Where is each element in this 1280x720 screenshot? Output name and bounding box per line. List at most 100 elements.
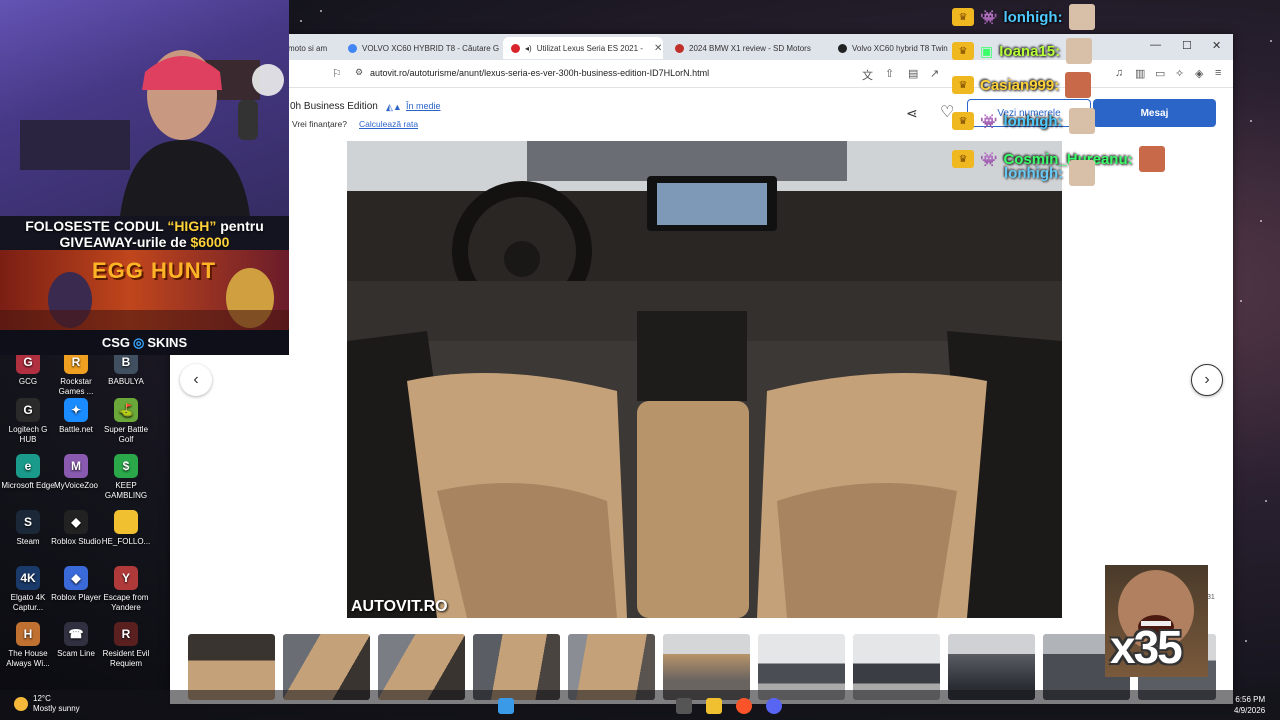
desktop-icon-resident-evil[interactable]: R Resident Evil Requiem xyxy=(98,622,154,669)
emote-icon xyxy=(1138,146,1165,172)
desktop-icon-roblox-player[interactable]: ◆ Roblox Player xyxy=(48,566,104,603)
speaker-icon: ◂) xyxy=(525,43,532,53)
promo-banner: FOLOSESTE CODUL “HIGH” pentru GIVEAWAY-u… xyxy=(0,216,289,355)
tab-lexus-listing[interactable]: ◂) Utilizat Lexus Seria ES 2021 - ✕ xyxy=(503,37,663,59)
ghost-badge-icon: 👾 xyxy=(980,150,998,167)
calculate-rate-link[interactable]: Calculează rata xyxy=(359,119,418,129)
sun-icon xyxy=(14,697,28,711)
ghost-badge-icon: 👾 xyxy=(980,112,998,129)
desktop-icon-super-battle-golf[interactable]: ⛳ Super Battle Golf xyxy=(98,398,154,445)
listing-title: 0h Business Edition xyxy=(290,101,378,112)
chevron-left-icon: ‹ xyxy=(193,371,199,388)
resident-evil-icon: R xyxy=(114,622,138,646)
price-evaluation-link[interactable]: În medie xyxy=(406,101,441,111)
folder-icon xyxy=(114,510,138,534)
close-window-icon[interactable]: ✕ xyxy=(1212,39,1221,52)
emote-icon xyxy=(1069,160,1096,186)
emote-icon xyxy=(1066,38,1093,64)
discord-icon[interactable] xyxy=(766,698,782,714)
roblox-studio-icon: ◆ xyxy=(64,510,88,534)
tab-volvo-review[interactable]: Volvo XC60 hybrid T8 Twin E xyxy=(830,37,950,59)
file-explorer-icon[interactable] xyxy=(706,698,722,714)
tab-volvo-search[interactable]: VOLVO XC60 HYBRID T8 - Căutare G xyxy=(340,37,500,59)
weather-widget[interactable]: 12°C Mostly sunny xyxy=(14,694,80,714)
desktop-icon-roblox-studio[interactable]: ◆ Roblox Studio xyxy=(48,510,104,547)
egg-hunt-title: EGG HUNT xyxy=(92,258,217,283)
share-page-icon[interactable]: ⇧ xyxy=(885,67,894,80)
chat-message: ♛ 👾 lonhigh: xyxy=(952,108,1095,134)
desktop-icon-babulya[interactable]: B BABULYA xyxy=(98,350,154,387)
emote-icon xyxy=(1065,72,1092,98)
chat-message: ♛ Casian999: xyxy=(952,72,1092,98)
taskbar: 12°C Mostly sunny 6:56 PM 4/9/2026 xyxy=(0,690,1280,720)
bookmark-icon[interactable]: ⚐ xyxy=(332,67,342,80)
streamer-webcam-image xyxy=(0,0,289,216)
windows-start-icon[interactable] xyxy=(498,698,514,714)
csgoskins-logo: CSG ◎ SKINS xyxy=(0,330,289,355)
price-indicator-icon: ◭▲ xyxy=(386,102,402,112)
myvoicezoo-icon: M xyxy=(64,454,88,478)
elgato-icon: 4K xyxy=(16,566,40,590)
system-clock[interactable]: 6:56 PM 4/9/2026 xyxy=(1234,694,1265,716)
autovit-icon xyxy=(511,43,520,53)
sd-motors-icon xyxy=(675,43,684,53)
reader-icon[interactable]: ▤ xyxy=(908,67,918,80)
main-photo[interactable]: AUTOVIT.RO xyxy=(347,141,1062,618)
brave-browser-icon[interactable] xyxy=(736,698,752,714)
desktop-icon-scam-line[interactable]: ☎ Scam Line xyxy=(48,622,104,659)
car-interior-image xyxy=(347,141,1062,618)
crown-badge-icon: ♛ xyxy=(952,150,974,168)
desktop-icon-rockstar[interactable]: R Rockstar Games ... xyxy=(48,350,104,397)
stream-chat-overlay: ♛ 👾 lonhigh: ♛ ▣ Ioana15: ♛ Casian999: ♛ 👾 lonh… xyxy=(952,0,1212,200)
crown-badge-icon: ♛ xyxy=(952,76,974,94)
webcam-overlay xyxy=(0,0,289,216)
desktop-icon-myvoicezoo[interactable]: M MyVoiceZoo xyxy=(48,454,104,491)
chevron-right-icon: › xyxy=(1204,371,1210,388)
edge-icon: e xyxy=(16,454,40,478)
desktop-icon-escape-yandere[interactable]: Y Escape from Yandere xyxy=(98,566,154,613)
yandere-icon: Y xyxy=(114,566,138,590)
url-field[interactable]: autovit.ro/autoturisme/anunt/lexus-seria… xyxy=(370,68,709,78)
keep-gambling-icon: $ xyxy=(114,454,138,478)
site-info-icon[interactable]: ⚙ xyxy=(355,67,363,78)
ghost-badge-icon: 👾 xyxy=(980,8,998,25)
share-listing-icon[interactable]: ⋖ xyxy=(906,105,918,122)
crown-badge-icon: ♛ xyxy=(952,42,974,60)
steam-icon: S xyxy=(16,510,40,534)
share-icon[interactable]: ↗ xyxy=(930,67,939,80)
logo-circle-icon: ◎ xyxy=(133,334,145,350)
translate-icon[interactable]: 文 xyxy=(862,67,873,83)
house-always-wins-icon: H xyxy=(16,622,40,646)
desktop-icons: G GCG R Rockstar Games ... B BABULYA G Logit… xyxy=(0,350,180,690)
egg-hunt-banner: EGG HUNT xyxy=(0,250,289,330)
crown-badge-icon: ♛ xyxy=(952,112,974,130)
roblox-player-icon: ◆ xyxy=(64,566,88,590)
finance-question: Vrei finanțare? xyxy=(292,119,347,129)
next-photo-button[interactable]: › xyxy=(1191,364,1223,396)
car-site-icon xyxy=(838,43,847,53)
close-tab-icon[interactable]: ✕ xyxy=(654,43,662,54)
autovit-watermark: AUTOVIT.RO xyxy=(351,598,448,615)
promo-line-2: GIVEAWAY-urile de $6000 xyxy=(59,234,230,250)
desktop-icon-keep-gambling[interactable]: $ KEEP GAMBLING xyxy=(98,454,154,501)
robot-badge-icon: ▣ xyxy=(980,42,994,59)
task-view-icon[interactable] xyxy=(676,698,692,714)
battlenet-icon: ✦ xyxy=(64,398,88,422)
scam-line-icon: ☎ xyxy=(64,622,88,646)
chat-message: ♛ 👾 lonhigh: xyxy=(952,4,1095,30)
golf-icon: ⛳ xyxy=(114,398,138,422)
desktop-icon-battlenet[interactable]: ✦ Battle.net xyxy=(48,398,104,435)
emote-icon xyxy=(1068,108,1095,134)
emote-icon xyxy=(1068,4,1095,30)
multiplier-text: x35 xyxy=(1110,621,1183,673)
chat-message: lonhigh: xyxy=(1004,160,1096,186)
tab-bmw-review[interactable]: 2024 BMW X1 review - SD Motors xyxy=(667,37,819,59)
prev-photo-button[interactable]: ‹ xyxy=(180,364,212,396)
desktop-icon-folder[interactable]: HE_FOLLO... xyxy=(98,510,154,547)
chat-message: ♛ ▣ Ioana15: xyxy=(952,38,1093,64)
menu-icon[interactable]: ≡ xyxy=(1215,67,1221,79)
logitech-icon: G xyxy=(16,398,40,422)
promo-line-1: FOLOSESTE CODUL “HIGH” pentru xyxy=(25,218,264,234)
crown-badge-icon: ♛ xyxy=(952,8,974,26)
google-icon xyxy=(348,43,357,53)
